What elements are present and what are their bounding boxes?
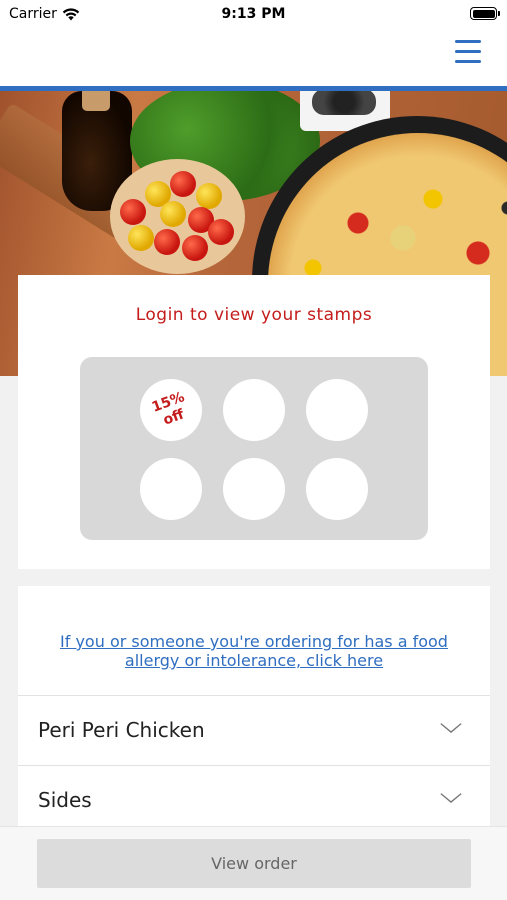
allergy-card: If you or someone you're ordering for ha… [18, 586, 490, 696]
stamp-slot [140, 458, 202, 520]
view-order-button[interactable]: View order [37, 839, 471, 888]
stamp-reward: 15% off [131, 370, 211, 450]
stamp-grid: 15% off [80, 357, 428, 540]
stamp-card: Login to view your stamps 15% off [18, 275, 490, 569]
chevron-down-icon [440, 793, 462, 803]
status-bar: Carrier 9:13 PM [0, 0, 507, 30]
battery-icon [470, 7, 500, 20]
stamp-slot [306, 458, 368, 520]
app-header [0, 30, 507, 86]
hamburger-menu-icon[interactable] [455, 40, 483, 64]
section-label: Sides [38, 788, 92, 812]
section-label: Peri Peri Chicken [38, 718, 205, 742]
chevron-down-icon [440, 723, 462, 733]
tomato-bowl [110, 159, 245, 274]
allergy-info-link[interactable]: If you or someone you're ordering for ha… [38, 632, 470, 670]
stamp-slot [306, 379, 368, 441]
bottom-bar: View order [0, 826, 507, 900]
bottle-cork [82, 91, 110, 111]
clock: 9:13 PM [221, 6, 286, 22]
stamp-card-title[interactable]: Login to view your stamps [18, 305, 490, 325]
stamp-slot [223, 379, 285, 441]
section-peri-peri-chicken[interactable]: Peri Peri Chicken [18, 696, 490, 766]
stamp-slot [223, 458, 285, 520]
